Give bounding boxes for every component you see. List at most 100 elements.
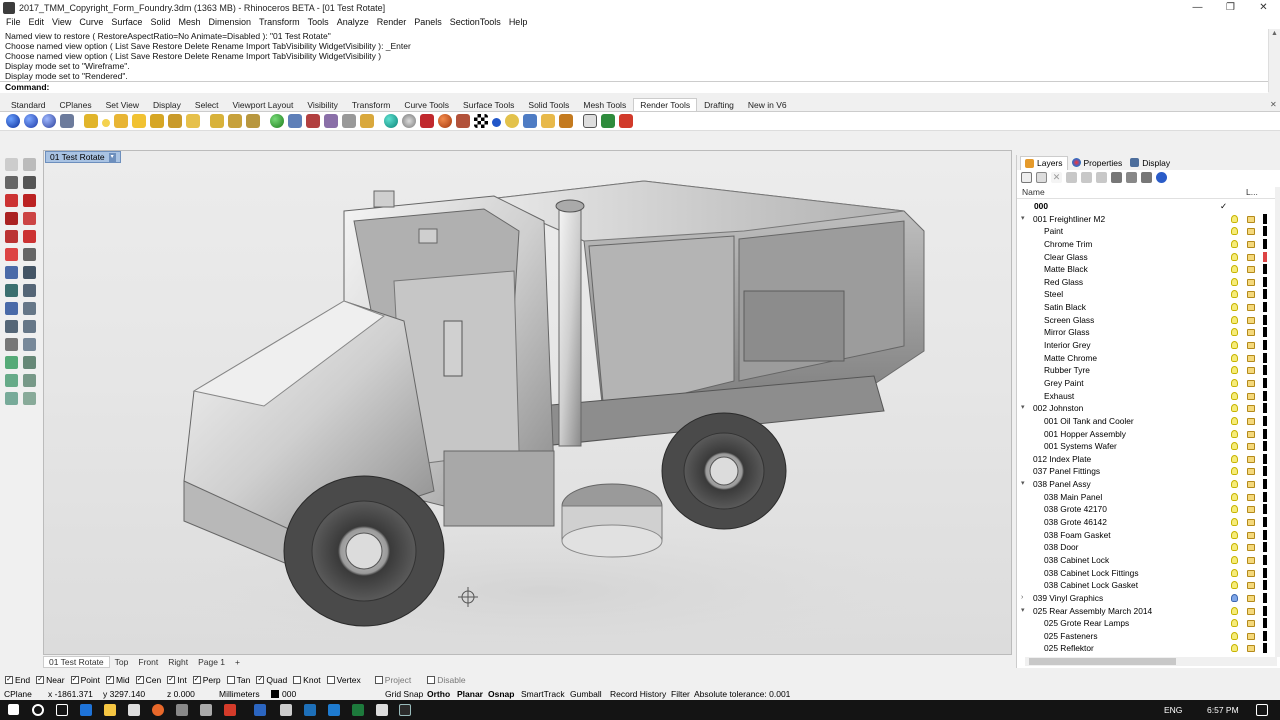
layer-unlocked-icon[interactable] [1247, 329, 1255, 337]
tab-mesh-tools[interactable]: Mesh Tools [576, 98, 633, 111]
osnap-checkbox[interactable]: ✓ [167, 676, 176, 684]
circle-icon[interactable] [5, 212, 18, 225]
layer-unlocked-icon[interactable] [1247, 531, 1255, 539]
light-manager-icon[interactable] [186, 114, 200, 128]
layer-name[interactable]: 038 Foam Gasket [1044, 529, 1111, 542]
outlook-icon[interactable] [304, 704, 316, 716]
layer-color-swatch[interactable] [1263, 542, 1267, 553]
layer-row[interactable]: 001 Systems Wafer [1017, 440, 1275, 453]
layer-row[interactable]: 038 Main Panel [1017, 491, 1275, 504]
osnap-checkbox[interactable]: ✓ [36, 676, 45, 684]
layer-visible-bulb-icon[interactable] [1231, 492, 1238, 501]
select-arrow-icon[interactable] [5, 158, 18, 171]
analyze-icon[interactable] [5, 392, 18, 405]
layer-unlocked-icon[interactable] [1247, 430, 1255, 438]
layer-name[interactable]: Red Glass [1044, 276, 1083, 289]
toolbar-close-icon[interactable]: ✕ [1270, 100, 1279, 109]
tab-layers[interactable]: Layers [1020, 155, 1068, 170]
menu-edit[interactable]: Edit [25, 17, 49, 27]
menu-tools[interactable]: Tools [304, 17, 333, 27]
layer-unlocked-icon[interactable] [1247, 468, 1255, 476]
layer-name[interactable]: 012 Index Plate [1033, 453, 1091, 466]
osnap-vertex[interactable]: Vertex [326, 675, 361, 685]
menu-mesh[interactable]: Mesh [174, 17, 204, 27]
layer-row[interactable]: Paint [1017, 225, 1275, 238]
osnap-near[interactable]: ✓ Near [36, 675, 65, 685]
polyline-icon[interactable] [5, 194, 18, 207]
layer-row[interactable]: 012 Index Plate [1017, 453, 1275, 466]
render-color-icon[interactable] [420, 114, 434, 128]
layer-unlocked-icon[interactable] [1247, 354, 1255, 362]
menu-panels[interactable]: Panels [410, 17, 446, 27]
osnap-checkbox[interactable]: ✓ [70, 676, 79, 684]
tab-display[interactable]: Display [146, 98, 188, 111]
tools-icon[interactable] [1141, 172, 1152, 183]
layer-unlocked-icon[interactable] [1247, 253, 1255, 261]
layer-name[interactable]: Mirror Glass [1044, 326, 1090, 339]
layer-color-swatch[interactable] [1263, 466, 1267, 477]
layer-visible-bulb-icon[interactable] [1231, 543, 1238, 552]
layer-unlocked-icon[interactable] [1247, 443, 1255, 451]
layer-visible-bulb-icon[interactable] [1231, 214, 1238, 223]
smarttrack-toggle[interactable]: SmartTrack [521, 688, 565, 700]
minimize-button[interactable]: — [1181, 0, 1214, 15]
layer-unlocked-icon[interactable] [1247, 544, 1255, 552]
gumball-toggle[interactable]: Gumball [570, 688, 602, 700]
menu-sectiontools[interactable]: SectionTools [446, 17, 505, 27]
layer-unlocked-icon[interactable] [1247, 228, 1255, 236]
tab-standard[interactable]: Standard [4, 98, 53, 111]
layer-name[interactable]: 039 Vinyl Graphics [1033, 592, 1103, 605]
column-more[interactable]: L... [1246, 187, 1258, 198]
layer-unlocked-icon[interactable] [1247, 367, 1255, 375]
layer-name[interactable]: Matte Black [1044, 263, 1088, 276]
layer-unlocked-icon[interactable] [1247, 291, 1255, 299]
app-icon[interactable] [200, 704, 212, 716]
render-preview-icon[interactable] [24, 114, 38, 128]
layer-row[interactable]: Exhaust [1017, 390, 1275, 403]
tab-render-tools[interactable]: Render Tools [633, 98, 698, 111]
layer-visible-bulb-icon[interactable] [1231, 227, 1238, 236]
layer-unlocked-icon[interactable] [1247, 392, 1255, 400]
tab-front[interactable]: Front [133, 657, 163, 667]
help-icon[interactable] [1156, 172, 1167, 183]
tab-cplanes[interactable]: CPlanes [53, 98, 99, 111]
layer-list-hscrollbar[interactable] [1025, 657, 1277, 666]
mesh-icon[interactable] [5, 302, 18, 315]
layer-color-swatch[interactable] [1263, 504, 1267, 515]
edge-browser-icon[interactable] [80, 704, 92, 716]
layer-visible-bulb-icon[interactable] [1231, 442, 1238, 451]
add-layout-button[interactable]: + [230, 657, 245, 667]
layer-color-swatch[interactable] [1263, 643, 1267, 654]
expand-chevron-icon[interactable]: › [1021, 592, 1029, 605]
osnap-tan[interactable]: Tan [226, 675, 250, 685]
layer-row[interactable]: › 039 Vinyl Graphics [1017, 592, 1275, 605]
layer-name[interactable]: 000 [1034, 200, 1048, 213]
layer-color-swatch[interactable] [1263, 377, 1267, 388]
tab-curve-tools[interactable]: Curve Tools [397, 98, 456, 111]
layer-unlocked-icon[interactable] [1247, 304, 1255, 312]
tab-transform[interactable]: Transform [345, 98, 397, 111]
layer-unlocked-icon[interactable] [1247, 405, 1255, 413]
layer-visible-bulb-icon[interactable] [1231, 315, 1238, 324]
spotlight-icon[interactable] [84, 114, 98, 128]
filter-icon[interactable] [1111, 172, 1122, 183]
layer-unlocked-icon[interactable] [1247, 519, 1255, 527]
layer-visible-bulb-icon[interactable] [1231, 429, 1238, 438]
layer-unlocked-icon[interactable] [1247, 240, 1255, 248]
layer-color-swatch[interactable] [1263, 517, 1267, 528]
layer-row[interactable]: 025 Grote Rear Lamps [1017, 617, 1275, 630]
layer-row[interactable]: ▾ 002 Johnston [1017, 402, 1275, 415]
layer-color-swatch[interactable] [1263, 365, 1267, 376]
decal-icon[interactable] [306, 114, 320, 128]
layer-color-swatch[interactable] [1263, 479, 1267, 490]
layer-name[interactable]: 025 Reflektor [1044, 642, 1094, 655]
layer-unlocked-icon[interactable] [1247, 215, 1255, 223]
layer-visible-bulb-icon[interactable] [1231, 505, 1238, 514]
tab-visibility[interactable]: Visibility [300, 98, 345, 111]
solid-sphere-icon[interactable] [23, 284, 36, 297]
bump-icon[interactable] [492, 117, 501, 127]
solid-box-icon[interactable] [5, 284, 18, 297]
move-down-icon[interactable] [1081, 172, 1092, 183]
layer-row[interactable]: Steel [1017, 288, 1275, 301]
folder-icon[interactable] [541, 114, 555, 128]
